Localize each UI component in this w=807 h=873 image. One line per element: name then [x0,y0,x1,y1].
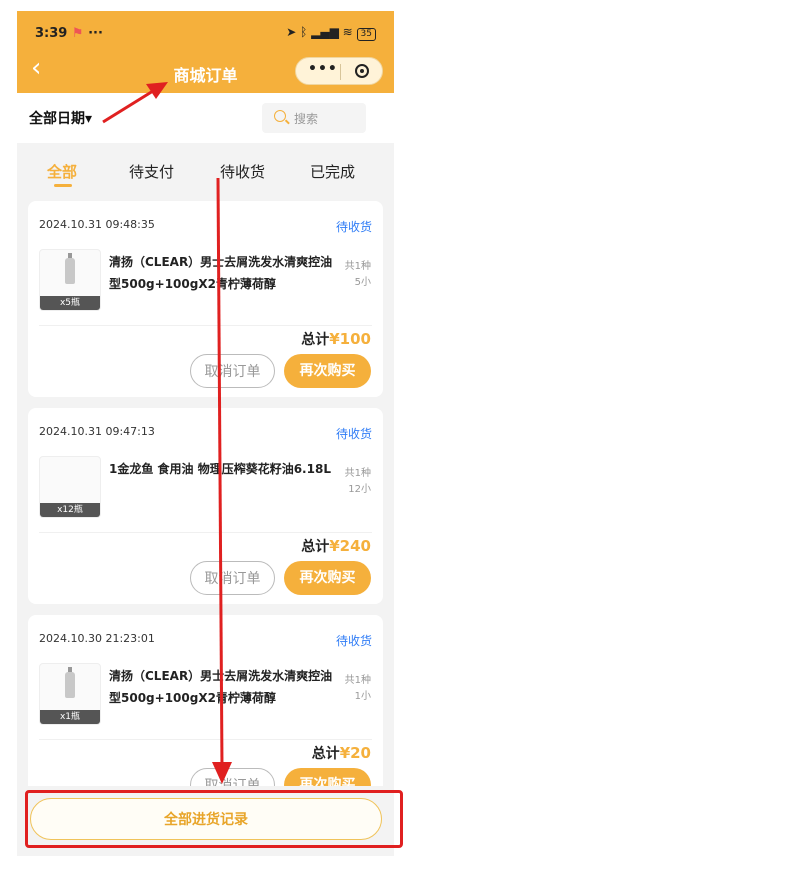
kinds-count: 共1种 [344,468,371,479]
capsule-divider [340,64,341,80]
item-count: 共1种 12小 [345,466,371,498]
cancel-order-button[interactable]: 取消订单 [190,354,275,388]
order-date: 2024.10.30 21:23:01 [39,632,155,645]
notification-icon: ⚑ [71,26,84,41]
cancel-order-button[interactable]: 取消订单 [190,561,275,595]
date-filter-dropdown[interactable]: 全部日期▾ [29,108,92,128]
tab-all[interactable]: 全部 [47,161,77,182]
signal-icon: ▂▄▆ [311,25,339,39]
buy-again-button[interactable]: 再次购买 [284,561,371,595]
close-miniapp-icon[interactable] [355,64,369,78]
card-divider [39,325,372,326]
search-icon [274,110,286,122]
order-total: 总计¥240 [301,536,371,556]
order-date: 2024.10.31 09:47:13 [39,425,155,438]
product-quantity: x5瓶 [40,296,100,310]
miniapp-capsule: ••• [295,57,383,85]
buy-again-button[interactable]: 再次购买 [284,354,371,388]
tab-pending-payment[interactable]: 待支付 [129,161,174,182]
total-label: 总计 [311,746,340,762]
order-card[interactable]: 2024.10.30 21:23:01 待收货 x1瓶 清扬（CLEAR）男士去… [28,615,383,811]
order-tabs: 全部 待支付 待收货 已完成 [17,143,394,195]
product-image: x5瓶 [39,249,101,311]
product-image: x12瓶 [39,456,101,518]
order-total: 总计¥20 [312,743,371,763]
card-divider [39,739,372,740]
order-status: 待收货 [335,220,372,234]
total-label: 总计 [301,332,330,348]
order-status: 待收货 [335,427,372,441]
status-bar: 3:39 ⚑ ··· [35,26,103,41]
product-name[interactable]: 清扬（CLEAR）男士去屑洗发水清爽控油型500g+100gX2青柠薄荷醇 [109,665,344,709]
location-icon: ➤ [286,25,297,39]
wifi-icon: ≋ [342,25,353,39]
order-total: 总计¥100 [301,329,371,349]
kinds-count: 共1种 [344,261,371,272]
units-count: 12小 [348,484,371,495]
order-date: 2024.10.31 09:48:35 [39,218,155,231]
tab-completed[interactable]: 已完成 [310,161,355,182]
product-quantity: x1瓶 [40,710,100,724]
order-card[interactable]: 2024.10.31 09:47:13 待收货 x12瓶 1金龙鱼 食用油 物理… [28,408,383,604]
top-bar: 3:39 ⚑ ··· ➤ ᛒ ▂▄▆ ≋ 35 ‹ 商城订单 ••• [17,11,394,93]
active-tab-indicator [54,184,72,187]
status-time: 3:39 [35,26,68,41]
card-divider [39,532,372,533]
bottle-icon [65,253,75,284]
kinds-count: 共1种 [344,675,371,686]
item-count: 共1种 5小 [345,259,371,291]
search-input[interactable]: 搜索 [262,103,366,133]
product-quantity: x12瓶 [40,503,100,517]
units-count: 1小 [354,691,371,702]
total-label: 总计 [301,539,330,555]
total-price: ¥240 [329,537,371,555]
more-notifications-icon: ··· [88,26,103,41]
filter-bar: 全部日期▾ 搜索 [17,93,394,143]
product-name[interactable]: 清扬（CLEAR）男士去屑洗发水清爽控油型500g+100gX2青柠薄荷醇 [109,251,344,295]
order-status: 待收货 [335,634,372,648]
product-image: x1瓶 [39,663,101,725]
order-card[interactable]: 2024.10.31 09:48:35 待收货 x5瓶 清扬（CLEAR）男士去… [28,201,383,397]
bottle-icon [65,667,75,698]
bluetooth-icon: ᛒ [300,25,308,39]
item-count: 共1种 1小 [345,673,371,705]
total-price: ¥20 [339,744,371,762]
total-price: ¥100 [329,330,371,348]
product-name[interactable]: 1金龙鱼 食用油 物理压榨葵花籽油6.18L [109,458,344,480]
search-placeholder: 搜索 [294,112,319,126]
status-icons: ➤ ᛒ ▂▄▆ ≋ 35 [286,25,376,41]
battery-icon: 35 [356,28,376,41]
phone-screen: 3:39 ⚑ ··· ➤ ᛒ ▂▄▆ ≋ 35 ‹ 商城订单 ••• 全部日期▾… [17,11,394,856]
units-count: 5小 [354,277,371,288]
tab-pending-receipt[interactable]: 待收货 [220,161,265,182]
highlight-box [25,790,403,848]
more-menu-icon[interactable]: ••• [308,61,338,77]
